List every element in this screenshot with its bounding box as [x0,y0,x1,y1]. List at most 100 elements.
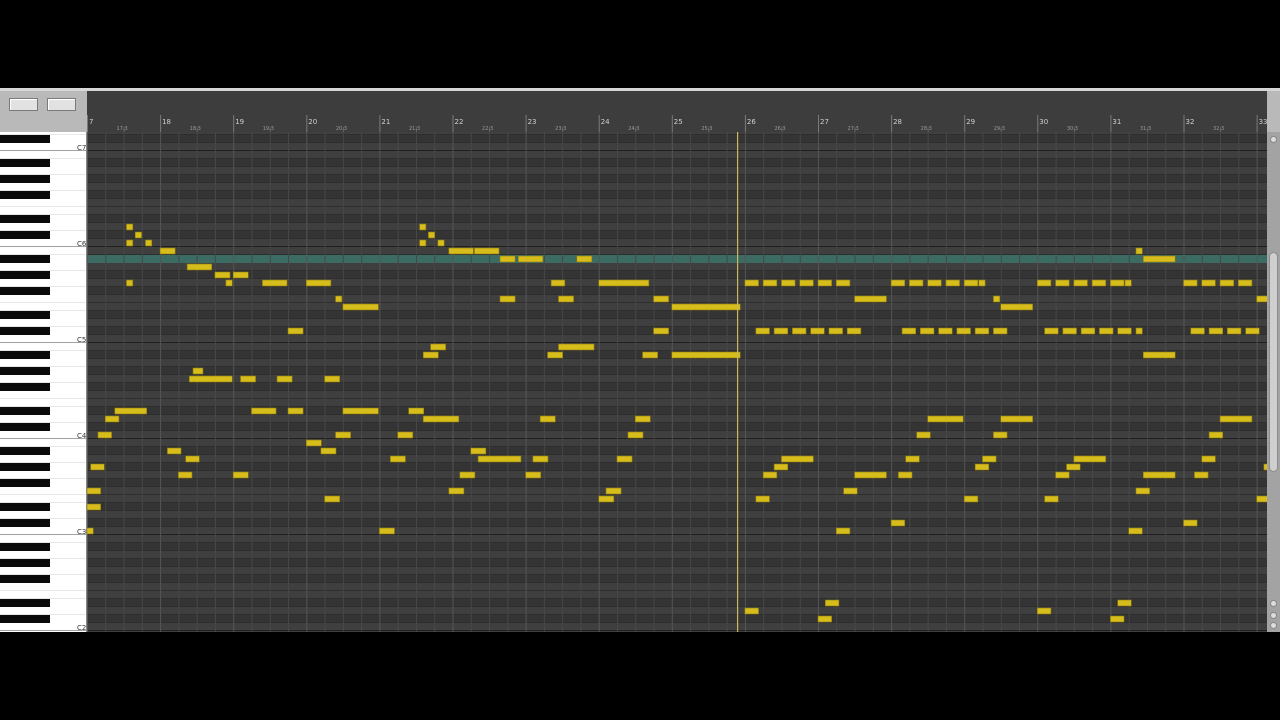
midi-note [126,239,134,247]
midi-note [558,343,595,351]
ruler-bar-label: 28 [893,118,902,126]
grid-row [87,551,1267,559]
grid-row [87,367,1267,375]
midi-note [1110,279,1125,287]
midi-note [167,447,182,455]
octave-label: C4 [77,432,87,440]
midi-note [920,327,935,335]
midi-note [963,279,979,287]
scroll-up-icon[interactable] [1270,136,1277,143]
keyboard-background [0,132,87,632]
midi-note [1208,327,1224,335]
midi-note [1036,607,1052,615]
midi-note [126,279,134,287]
note-grid-svg [87,132,1267,632]
midi-note [810,327,825,335]
midi-note [898,471,913,479]
midi-note [335,431,351,439]
midi-note [419,239,427,247]
midi-note [114,407,147,415]
grid-row [87,231,1267,239]
grid-row [87,599,1267,607]
grid-row [87,159,1267,167]
midi-note [1124,279,1132,287]
ruler-bar-label: 18 [162,118,171,126]
black-key [0,423,50,431]
grid-row [87,399,1267,407]
midi-note [1245,327,1260,335]
midi-note [890,519,906,527]
octave-label: C5 [77,336,86,344]
midi-note [773,463,789,471]
midi-note [762,279,778,287]
scroll-thumb[interactable] [1269,252,1278,472]
midi-note [1190,327,1205,335]
ruler-bar-label: 19 [235,118,244,126]
ruler-bar-label: 30 [1039,118,1048,126]
grid-row [87,143,1267,151]
grid-row [87,503,1267,511]
toolbar-button-1[interactable] [9,98,38,111]
midi-note [1238,279,1253,287]
grid-row [87,527,1267,535]
midi-note [974,463,990,471]
midi-note [846,327,862,335]
midi-note [251,407,277,415]
midi-note [189,375,233,383]
ruler-bar-label: 29 [966,118,975,126]
scroll-down-icon[interactable] [1270,600,1277,607]
midi-note [379,527,395,535]
midi-note [477,455,522,463]
ruler-bar-label: 33 [1259,118,1267,126]
piano-keyboard[interactable]: C7 C6 C5 C4 C3 C2 [0,132,87,632]
grid-row [87,535,1267,543]
midi-note [306,279,332,287]
midi-note [448,487,465,495]
black-key [0,447,50,455]
midi-note [459,471,476,479]
grid-row [87,559,1267,567]
grid-row [87,615,1267,623]
grid-row [87,183,1267,191]
midi-note [87,527,94,535]
zoom-in-icon[interactable] [1270,612,1277,619]
midi-note [1073,455,1107,463]
midi-note [963,495,979,503]
midi-note [320,447,337,455]
grid-row [87,375,1267,383]
midi-note [192,367,204,375]
grid-row [87,415,1267,423]
black-key [0,559,50,567]
black-key [0,615,50,623]
midi-note [792,327,807,335]
octave-label: C7 [77,144,86,152]
midi-note [517,255,544,263]
midi-note [1055,279,1070,287]
midi-note [605,487,622,495]
black-key [0,175,50,183]
midi-note [916,431,931,439]
midi-note [287,327,304,335]
grid-row [87,343,1267,351]
midi-note [598,279,650,287]
ruler-bar-label: 23 [528,118,537,126]
timeline-ruler[interactable]: 7 17.3 18 18.3 19 19.3 20 20.3 21 21.3 22 22.3 23 23.… [87,91,1267,132]
black-key [0,231,50,239]
midi-note [422,351,439,359]
grid-row [87,191,1267,199]
black-key [0,287,50,295]
midi-note [539,415,556,423]
grid-row [87,287,1267,295]
grid-row [87,607,1267,615]
midi-note [671,303,741,311]
note-grid[interactable] [87,132,1267,632]
grid-row [87,247,1267,255]
midi-note [1099,327,1114,335]
grid-row [87,431,1267,439]
toolbar-button-2[interactable] [47,98,76,111]
midi-note [240,375,256,383]
vertical-scrollbar[interactable] [1267,132,1280,632]
zoom-out-icon[interactable] [1270,622,1277,629]
midi-note [1135,247,1143,255]
midi-note [1080,327,1096,335]
